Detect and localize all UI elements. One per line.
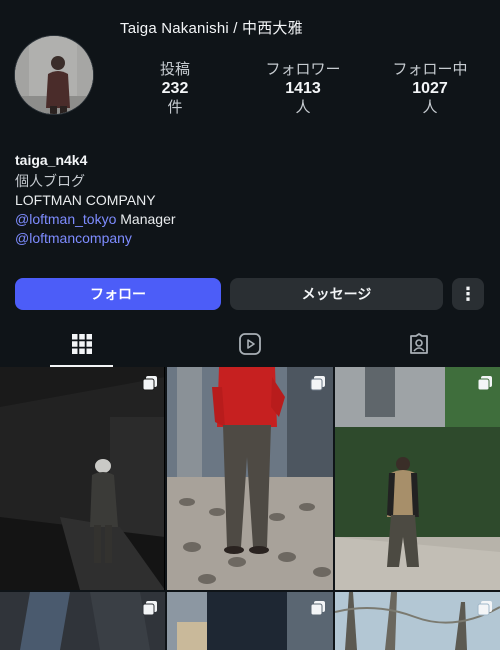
more-options-button[interactable]: ⋮ xyxy=(452,278,484,310)
profile-stats: 投稿 232 件 フォロワー 1413 人 フォロー中 1027 人 xyxy=(120,60,490,122)
posts-grid xyxy=(0,367,500,650)
post-photo xyxy=(0,592,165,650)
multi-photo-icon xyxy=(310,601,325,616)
more-options-icon: ⋮ xyxy=(459,283,477,304)
stat-following-label: フォロー中 xyxy=(392,61,468,78)
stat-posts[interactable]: 投稿 232 件 xyxy=(115,60,235,117)
stat-posts-label: 投稿 xyxy=(159,61,190,78)
multi-photo-icon xyxy=(142,376,157,391)
post-photo xyxy=(335,592,500,650)
display-name: Taiga Nakanishi / 中西大雅 xyxy=(120,20,303,37)
post-thumbnail[interactable] xyxy=(167,592,333,650)
stat-following-value: 1027 xyxy=(412,80,448,97)
multi-photo-icon xyxy=(477,601,492,616)
stat-following-unit: 人 xyxy=(422,99,438,116)
post-photo xyxy=(167,367,333,590)
avatar-photo xyxy=(15,36,93,114)
profile-bio: taiga_n4k4 個人ブログ LOFTMAN COMPANY @loftma… xyxy=(15,151,176,248)
stat-followers-value: 1413 xyxy=(285,80,321,97)
grid-icon xyxy=(71,333,92,354)
bio-line-manager: @loftman_tokyo Manager xyxy=(15,210,176,229)
post-photo xyxy=(335,367,500,590)
stat-posts-value: 232 xyxy=(161,80,189,97)
multi-photo-icon xyxy=(310,376,325,391)
bio-line-company: LOFTMAN COMPANY xyxy=(15,192,156,208)
mention-link-loftman-tokyo[interactable]: @loftman_tokyo xyxy=(15,211,116,227)
reels-icon xyxy=(238,332,261,355)
avatar[interactable] xyxy=(14,35,94,115)
post-thumbnail[interactable] xyxy=(0,592,165,650)
profile-page: Taiga Nakanishi / 中西大雅 投稿 232 件 フォロワー 14… xyxy=(0,0,500,650)
multi-photo-icon xyxy=(142,601,157,616)
tagged-icon xyxy=(409,332,428,354)
profile-category: 個人ブログ xyxy=(15,173,85,189)
stat-followers-label: フォロワー xyxy=(265,61,341,78)
bio-manager-text: Manager xyxy=(116,211,176,227)
post-thumbnail[interactable] xyxy=(335,592,500,650)
stat-followers-unit: 人 xyxy=(295,99,311,116)
tab-posts[interactable] xyxy=(50,320,113,367)
tab-tagged[interactable] xyxy=(387,320,450,367)
post-thumbnail[interactable] xyxy=(167,367,333,590)
post-thumbnail[interactable] xyxy=(335,367,500,590)
stat-following[interactable]: フォロー中 1027 人 xyxy=(370,60,490,117)
multi-photo-icon xyxy=(477,376,492,391)
stat-posts-unit: 件 xyxy=(167,99,183,116)
profile-tabs xyxy=(0,320,500,367)
stat-followers[interactable]: フォロワー 1413 人 xyxy=(243,60,363,117)
username: taiga_n4k4 xyxy=(15,152,88,168)
message-button[interactable]: メッセージ xyxy=(230,278,443,310)
post-photo xyxy=(167,592,333,650)
follow-button[interactable]: フォロー xyxy=(15,278,221,310)
post-thumbnail[interactable] xyxy=(0,367,165,590)
tab-reels[interactable] xyxy=(218,320,281,367)
post-photo xyxy=(0,367,165,590)
mention-link-loftmancompany[interactable]: @loftmancompany xyxy=(15,230,132,246)
bio-line-mention2: @loftmancompany xyxy=(15,229,176,248)
